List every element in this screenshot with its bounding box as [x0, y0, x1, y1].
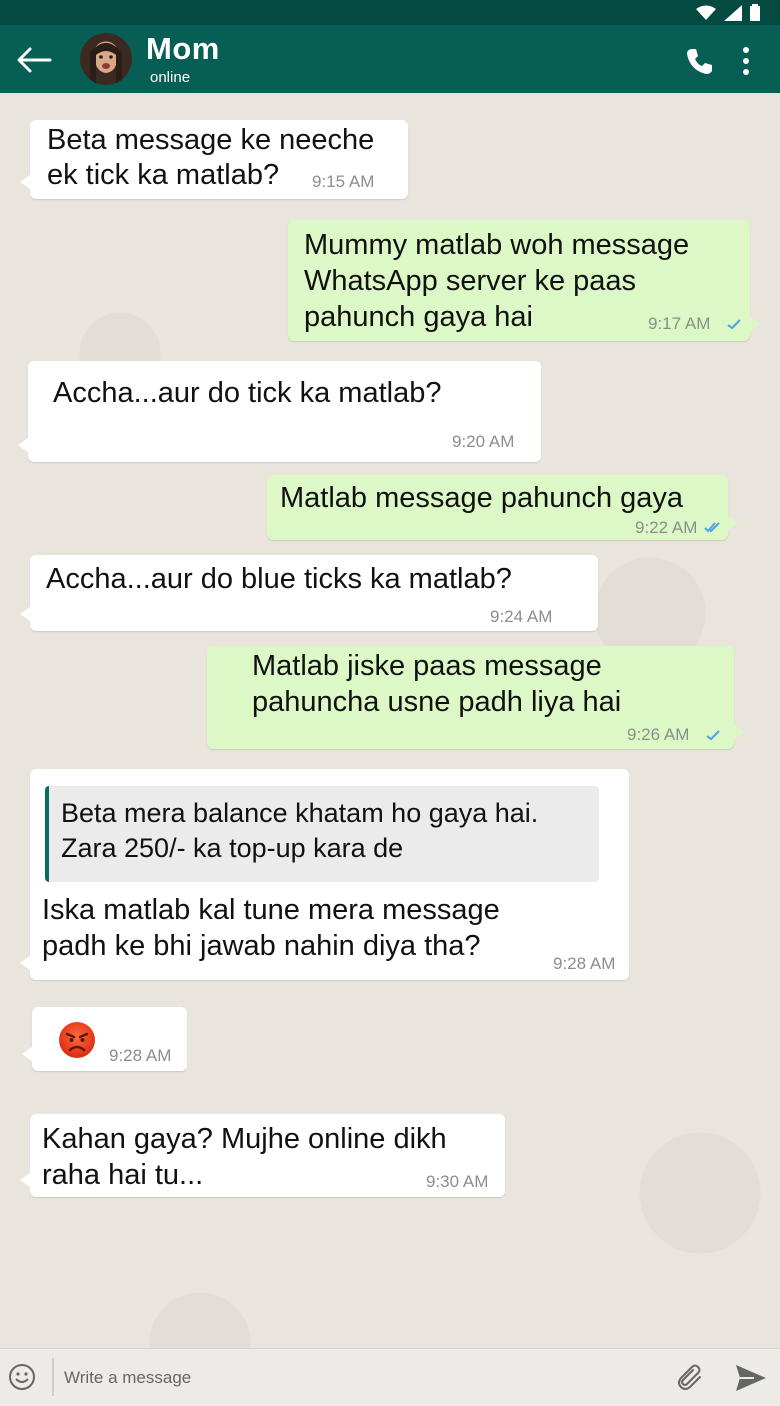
outgoing-message[interactable]: Mummy matlab woh message WhatsApp server… — [288, 220, 760, 341]
message-text: Accha...aur do blue ticks ka matlab? — [46, 563, 512, 595]
contact-photo-icon — [90, 43, 122, 85]
contact-name[interactable]: Mom — [146, 31, 220, 67]
sent-tick-icon — [706, 730, 720, 741]
quoted-text: Zara 250/- ka top-up kara de — [61, 833, 404, 863]
emoji-icon[interactable] — [8, 1363, 36, 1391]
battery-icon — [750, 4, 760, 21]
chat-area[interactable]: Beta message ke neeche ek tick ka matlab… — [0, 93, 780, 1348]
divider — [52, 1358, 54, 1396]
message-time: 9:15 AM — [312, 172, 375, 191]
message-text: WhatsApp server ke paas — [304, 265, 637, 297]
sent-tick-icon — [727, 319, 741, 330]
more-options-icon[interactable] — [736, 45, 756, 77]
message-composer — [0, 1348, 780, 1406]
message-text: Kahan gaya? Mujhe online dikh — [42, 1123, 447, 1155]
message-text: ek tick ka matlab? — [47, 159, 280, 191]
chat-header: Mom online — [0, 25, 780, 93]
message-time: 9:17 AM — [648, 314, 711, 333]
message-time: 9:20 AM — [452, 432, 515, 451]
message-text: Matlab jiske paas message — [252, 650, 602, 682]
contact-status: online — [150, 69, 191, 86]
message-time: 9:26 AM — [627, 725, 690, 744]
wifi-icon — [696, 5, 716, 20]
attach-paperclip-icon[interactable] — [676, 1363, 706, 1393]
back-arrow-icon[interactable] — [14, 45, 52, 75]
status-bar — [0, 0, 780, 25]
message-text: Mummy matlab woh message — [304, 229, 690, 261]
quoted-text: Beta mera balance khatam ho gaya hai. — [61, 798, 539, 828]
message-text: Accha...aur do tick ka matlab? — [53, 377, 442, 409]
phone-call-icon[interactable] — [684, 46, 714, 76]
signal-icon — [724, 4, 742, 21]
message-text: raha hai tu... — [42, 1159, 204, 1191]
incoming-message-with-reply[interactable]: Beta mera balance khatam ho gaya hai. Za… — [20, 769, 629, 980]
message-text: Iska matlab kal tune mera message — [42, 894, 500, 926]
message-text: pahunch gaya hai — [304, 301, 533, 333]
send-icon[interactable] — [734, 1363, 768, 1393]
message-time: 9:22 AM — [635, 518, 698, 537]
message-time: 9:28 AM — [109, 1046, 172, 1065]
avatar[interactable] — [80, 33, 132, 85]
incoming-message[interactable]: Beta message ke neeche ek tick ka matlab… — [20, 120, 408, 199]
quoted-message[interactable]: Beta mera balance khatam ho gaya hai. Za… — [45, 786, 599, 882]
outgoing-message[interactable]: Matlab jiske paas message pahuncha usne … — [207, 646, 744, 749]
message-time: 9:30 AM — [426, 1172, 489, 1191]
message-text: pahuncha usne padh liya hai — [252, 686, 622, 718]
message-time: 9:24 AM — [490, 607, 553, 626]
incoming-message[interactable]: Kahan gaya? Mujhe online dikh raha hai t… — [20, 1114, 505, 1197]
message-text: padh ke bhi jawab nahin diya tha? — [42, 930, 481, 962]
incoming-message[interactable]: Accha...aur do blue ticks ka matlab? 9:2… — [20, 555, 598, 631]
message-text: Matlab message pahunch gaya — [280, 482, 684, 514]
message-time: 9:28 AM — [553, 954, 616, 973]
outgoing-message[interactable]: Matlab message pahunch gaya 9:22 AM — [267, 475, 738, 540]
incoming-message[interactable]: Accha...aur do tick ka matlab? 9:20 AM — [18, 361, 541, 462]
incoming-message-emoji[interactable]: 9:28 AM — [22, 1007, 187, 1071]
message-input[interactable] — [62, 1361, 646, 1395]
message-text: Beta message ke neeche — [47, 124, 375, 156]
angry-face-icon — [59, 1022, 95, 1058]
delivered-double-tick-icon — [704, 522, 720, 533]
